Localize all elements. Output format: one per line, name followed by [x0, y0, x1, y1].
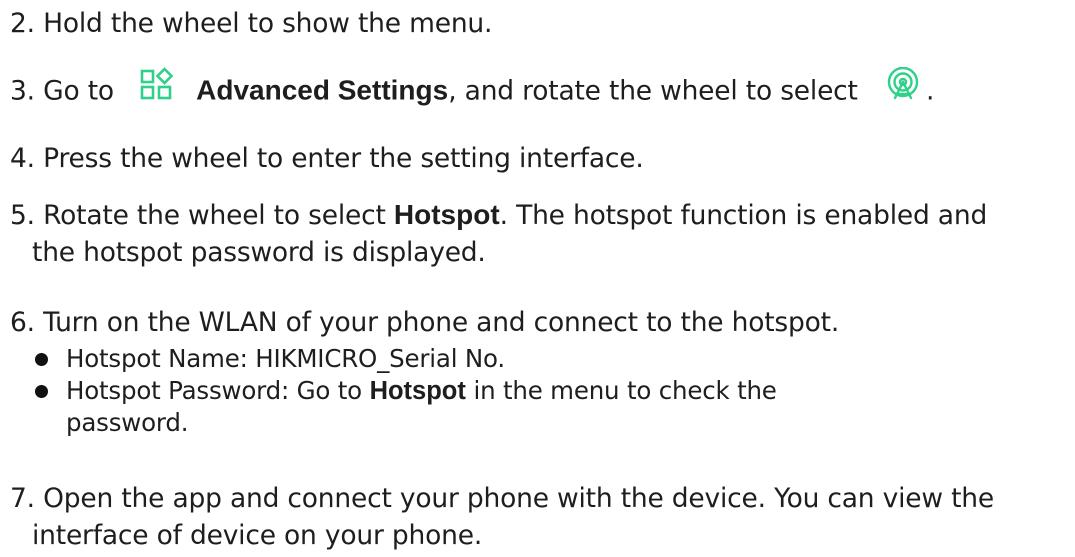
list-item: Hotspot Password: Go to Hotspot in the m… — [34, 375, 839, 439]
bullet-text: Hotspot Name: HIKMICRO_Serial No. — [66, 344, 505, 373]
advanced-settings-icon — [140, 67, 174, 111]
step-text-post: , and rotate the wheel to select — [448, 75, 858, 107]
hotspot-signal-icon — [886, 66, 920, 111]
step-text-pre: Rotate the wheel to select — [43, 200, 386, 231]
step-text: Press the wheel to enter the setting int… — [43, 143, 644, 174]
bullet-text-bold: Hotspot — [369, 377, 466, 405]
step-text-bold: Hotspot — [393, 199, 500, 230]
step-7: 7. Open the app and connect your phone w… — [10, 480, 994, 554]
step-number: 4. — [10, 143, 35, 174]
step-4: 4. Press the wheel to enter the setting … — [10, 140, 644, 177]
step-number: 7. — [10, 483, 35, 514]
bullet-list: Hotspot Name: HIKMICRO_Serial No. Hotspo… — [10, 343, 839, 439]
bullet-dot-icon — [35, 385, 48, 398]
step-text-pre: Go to — [43, 75, 114, 107]
step-text-bold: Advanced Settings — [196, 74, 449, 106]
list-item: Hotspot Name: HIKMICRO_Serial No. — [34, 343, 839, 375]
step-number: 2. — [10, 8, 35, 39]
step-5: 5. Rotate the wheel to select Hotspot. T… — [10, 196, 987, 271]
step-number: 5. — [10, 200, 35, 231]
step-text: Turn on the WLAN of your phone and conne… — [43, 307, 840, 338]
step-2: 2. Hold the wheel to show the menu. — [10, 5, 492, 42]
bullet-dot-icon — [35, 353, 48, 366]
step-text: Hold the wheel to show the menu. — [43, 8, 493, 39]
step-6: 6. Turn on the WLAN of your phone and co… — [10, 304, 839, 439]
step-text-end: . — [925, 75, 935, 107]
step-text-continued: the hotspot password is displayed. — [32, 237, 486, 268]
step-number: 6. — [10, 307, 35, 338]
step-number: 3. — [10, 75, 35, 107]
bullet-text-pre: Hotspot Password: Go to — [66, 376, 362, 405]
bullet-text-continued: password. — [66, 408, 189, 437]
bullet-text-post: in the menu to check the — [473, 376, 777, 405]
step-3: 3. Go to Advanced Settings, and rotate t… — [10, 66, 935, 114]
step-text: Open the app and connect your phone with… — [43, 483, 994, 514]
step-text-post: . The hotspot function is enabled and — [499, 200, 988, 231]
step-text-continued: interface of device on your phone. — [32, 520, 483, 551]
